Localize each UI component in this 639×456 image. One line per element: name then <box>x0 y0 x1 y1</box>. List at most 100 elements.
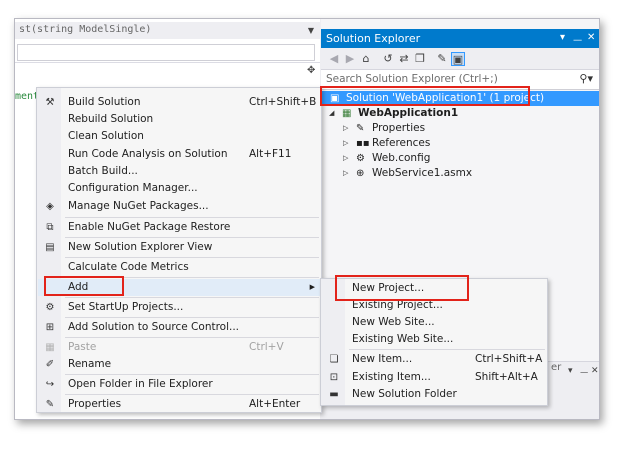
home-icon[interactable]: ⌂ <box>359 52 373 66</box>
menu-item-calculate-code-metrics[interactable]: Calculate Code Metrics <box>38 259 321 276</box>
search-placeholder: Search Solution Explorer (Ctrl+;) <box>326 73 498 85</box>
wrench-icon: ✎ <box>45 399 55 410</box>
webservice-icon: ⊕ <box>356 168 365 179</box>
tree-item-project[interactable]: ◢ ▦ WebApplication1 <box>321 106 599 121</box>
menu-item-label: Open Folder in File Explorer <box>68 378 213 390</box>
menu-item-shortcut: Ctrl+V <box>249 341 284 353</box>
menu-item-shortcut: Ctrl+Shift+A <box>475 353 543 365</box>
menu-item-shortcut: Shift+Alt+A <box>475 371 538 383</box>
member-dropdown-text: st(string ModelSingle) <box>19 24 152 35</box>
collapse-icon[interactable]: ◢ <box>329 106 334 121</box>
pin-icon[interactable]: ᅳ <box>573 32 582 47</box>
menu-item-rebuild-solution[interactable]: Rebuild Solution <box>38 111 321 128</box>
menu-item-label: New Solution Folder <box>352 388 457 400</box>
menu-item-label: Enable NuGet Package Restore <box>68 221 231 233</box>
wrench-icon: ✎ <box>356 123 365 134</box>
submenu-item-existing-item[interactable]: ⊡ Existing Item... Shift+Alt+A <box>322 369 547 386</box>
highlight-box-solution <box>320 86 530 106</box>
menu-item-enable-nuget-restore[interactable]: ⧉ Enable NuGet Package Restore <box>38 219 321 236</box>
menu-item-configuration-manager[interactable]: Configuration Manager... <box>38 180 321 197</box>
menu-item-label: Configuration Manager... <box>68 182 198 194</box>
submenu-item-new-solution-folder[interactable]: ▬ New Solution Folder <box>322 386 547 403</box>
menu-item-label: Run Code Analysis on Solution <box>68 148 228 160</box>
web-project-icon: ▦ <box>342 108 352 119</box>
menu-item-label: Add Solution to Source Control... <box>68 321 240 333</box>
show-all-files-icon[interactable]: ▣ <box>451 52 465 66</box>
pin-icon[interactable]: ᅳ <box>580 366 588 379</box>
tree-item-label: Web.config <box>372 152 431 164</box>
menu-item-label: Existing Item... <box>352 371 431 383</box>
menu-item-properties[interactable]: ✎ Properties Alt+Enter <box>38 396 321 413</box>
menu-item-run-code-analysis[interactable]: Run Code Analysis on Solution Alt+F11 <box>38 146 321 163</box>
sync-icon[interactable]: ⇄ <box>397 52 411 66</box>
new-folder-icon: ▬ <box>329 389 339 400</box>
menu-item-label: New Web Site... <box>352 316 435 328</box>
menu-item-label: New Solution Explorer View <box>68 241 213 253</box>
split-window-icon[interactable]: ✥ <box>307 65 315 76</box>
menu-item-label: Rebuild Solution <box>68 113 154 125</box>
close-icon[interactable]: ✕ <box>587 32 595 43</box>
menu-separator <box>65 317 319 318</box>
menu-item-label: Clean Solution <box>68 130 144 142</box>
menu-item-paste[interactable]: ▦ Paste Ctrl+V <box>38 339 321 356</box>
tree-item-references[interactable]: ▷ ▪▪ References <box>321 136 599 151</box>
highlight-box-new-project <box>335 275 469 301</box>
back-icon[interactable]: ◀ <box>327 52 341 66</box>
highlight-box-add <box>44 276 124 296</box>
expand-icon[interactable]: ▷ <box>343 121 348 136</box>
nuget-restore-icon: ⧉ <box>46 222 54 233</box>
menu-item-rename[interactable]: ✐ Rename <box>38 356 321 373</box>
collapse-all-icon[interactable]: ❐ <box>413 52 427 66</box>
menu-item-label: Paste <box>68 341 97 353</box>
menu-item-batch-build[interactable]: Batch Build... <box>38 163 321 180</box>
history-icon[interactable]: ↺ <box>381 52 395 66</box>
solution-explorer-title-bar: Solution Explorer ▾ ᅳ ✕ <box>321 29 599 48</box>
menu-item-label: Batch Build... <box>68 165 138 177</box>
tree-item-web-config[interactable]: ▷ ⚙ Web.config <box>321 151 599 166</box>
window-position-icon[interactable]: ▾ <box>560 32 565 43</box>
tree-item-label: References <box>372 137 431 149</box>
existing-item-icon: ⊡ <box>329 372 339 383</box>
menu-item-manage-nuget[interactable]: ◈ Manage NuGet Packages... <box>38 198 321 215</box>
menu-item-set-startup-projects[interactable]: ⚙ Set StartUp Projects... <box>38 299 321 316</box>
close-icon[interactable]: ✕ <box>591 366 599 376</box>
menu-separator <box>65 374 319 375</box>
menu-item-label: Rename <box>68 358 112 370</box>
menu-item-build-solution[interactable]: ⚒ Build Solution Ctrl+Shift+B <box>38 94 321 111</box>
rename-icon: ✐ <box>45 359 55 370</box>
solution-explorer-title: Solution Explorer <box>326 32 421 45</box>
submenu-item-new-web-site[interactable]: New Web Site... <box>322 314 547 331</box>
open-folder-icon: ↪ <box>45 379 55 390</box>
menu-separator <box>65 394 319 395</box>
menu-separator <box>65 217 319 218</box>
menu-separator <box>349 349 545 350</box>
submenu-item-new-item[interactable]: ❏ New Item... Ctrl+Shift+A <box>322 351 547 368</box>
forward-icon[interactable]: ▶ <box>343 52 357 66</box>
expand-icon[interactable]: ▷ <box>343 151 348 166</box>
references-icon: ▪▪ <box>356 138 370 149</box>
menu-item-clean-solution[interactable]: Clean Solution <box>38 128 321 145</box>
search-icon[interactable]: ⚲▾ <box>579 72 593 85</box>
menu-item-add-to-source-control[interactable]: ⊞ Add Solution to Source Control... <box>38 319 321 336</box>
properties-icon[interactable]: ✎ <box>435 52 449 66</box>
tree-item-label: WebService1.asmx <box>372 167 473 179</box>
expand-icon[interactable]: ▷ <box>343 166 348 181</box>
menu-item-new-solution-explorer-view[interactable]: ▤ New Solution Explorer View <box>38 239 321 256</box>
tree-item-webservice[interactable]: ▷ ⊕ WebService1.asmx <box>321 166 599 181</box>
member-dropdown[interactable]: st(string ModelSingle) ▼ <box>15 22 320 39</box>
tree-item-properties[interactable]: ▷ ✎ Properties <box>321 121 599 136</box>
navigation-dropdown[interactable] <box>17 44 315 61</box>
menu-separator <box>65 237 319 238</box>
solution-explorer-toolbar: ◀ ▶ ⌂ ↺ ⇄ ❐ ✎ ▣ <box>321 48 599 70</box>
chevron-down-icon[interactable]: ▼ <box>308 26 314 35</box>
new-view-icon: ▤ <box>45 242 55 253</box>
menu-item-open-folder[interactable]: ↪ Open Folder in File Explorer <box>38 376 321 393</box>
submenu-item-existing-web-site[interactable]: Existing Web Site... <box>322 331 547 348</box>
expand-icon[interactable]: ▷ <box>343 136 348 151</box>
window-position-icon[interactable]: ▾ <box>568 366 573 376</box>
menu-item-label: Build Solution <box>68 96 141 108</box>
solution-context-menu: ⚒ Build Solution Ctrl+Shift+B Rebuild So… <box>36 87 322 413</box>
gear-icon: ⚙ <box>45 302 55 313</box>
menu-item-shortcut: Ctrl+Shift+B <box>249 96 317 108</box>
menu-separator <box>65 257 319 258</box>
